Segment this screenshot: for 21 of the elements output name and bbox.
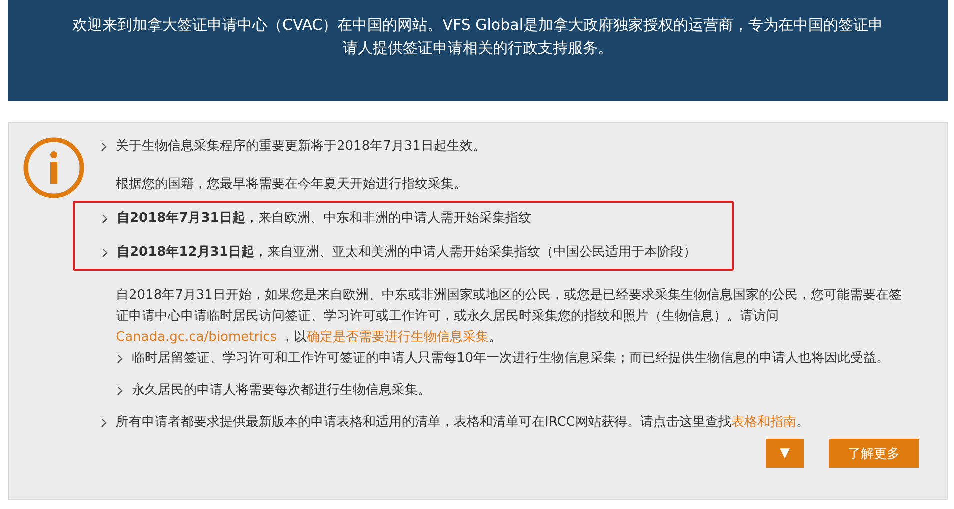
- date-notice: 自2018年12月31日起，来自亚洲、亚太和美洲的申请人需开始采集指纹（中国公民适用于本阶段）: [117, 244, 696, 262]
- chevron-icon: [117, 354, 124, 364]
- forms-link[interactable]: 表格和指南: [731, 415, 796, 430]
- notice-text: 根据您的国籍，您最早将需要在今年夏天开始进行指纹采集。: [116, 176, 468, 194]
- forms-notice: 所有申请者都要求提供最新版本的申请表格和适用的清单，表格和清单可在IRCC网站获得。请点击这里查找表格和指南。: [116, 414, 810, 432]
- notice-text: 关于生物信息采集程序的重要更新将于2018年7月31日起生效。: [116, 138, 486, 156]
- biometrics-paragraph: 自2018年7月31日开始，如果您是来自欧洲、中东或非洲国家或地区的公民，或您是已经要求采集生物信息国家的公民，您可能需要在签证申请中心申请临时居民访问签证、学习许可或工作许可，或永久居民时采集您的指纹和照片（生物信息）。请访问 Canada.gc.ca/biometrics ，以确定是否需要进行生物信息采集。: [116, 287, 903, 347]
- chevron-icon: [101, 418, 108, 428]
- chevron-icon: [102, 214, 109, 224]
- info-icon: [23, 137, 85, 199]
- biometrics-link[interactable]: 确定是否需要进行生物信息采集: [307, 330, 490, 345]
- date-notice: 自2018年7月31日起，来自欧洲、中东和非洲的申请人需开始采集指纹: [117, 210, 532, 228]
- chevron-icon: [102, 248, 109, 258]
- chevron-icon: [101, 142, 108, 152]
- biometrics-link[interactable]: Canada.gc.ca/biometrics: [116, 330, 278, 345]
- notice-text: 永久居民的申请人将需要每次都进行生物信息采集。: [132, 382, 431, 400]
- notice-text: 临时居留签证、学习许可和工作许可签证的申请人只需每10年一次进行生物信息采集；而已经提供生物信息的申请人也将因此受益。: [132, 350, 890, 368]
- chevron-icon: [117, 386, 124, 396]
- expand-button[interactable]: ▼: [766, 439, 804, 468]
- learn-more-button[interactable]: 了解更多: [829, 439, 919, 468]
- welcome-text: 欢迎来到加拿大签证申请中心（CVAC）在中国的网站。VFS Global是加拿大政府独家授权的运营商，专为在中国的签证申请人提供签证申请相关的行政支持服务。: [71, 15, 884, 59]
